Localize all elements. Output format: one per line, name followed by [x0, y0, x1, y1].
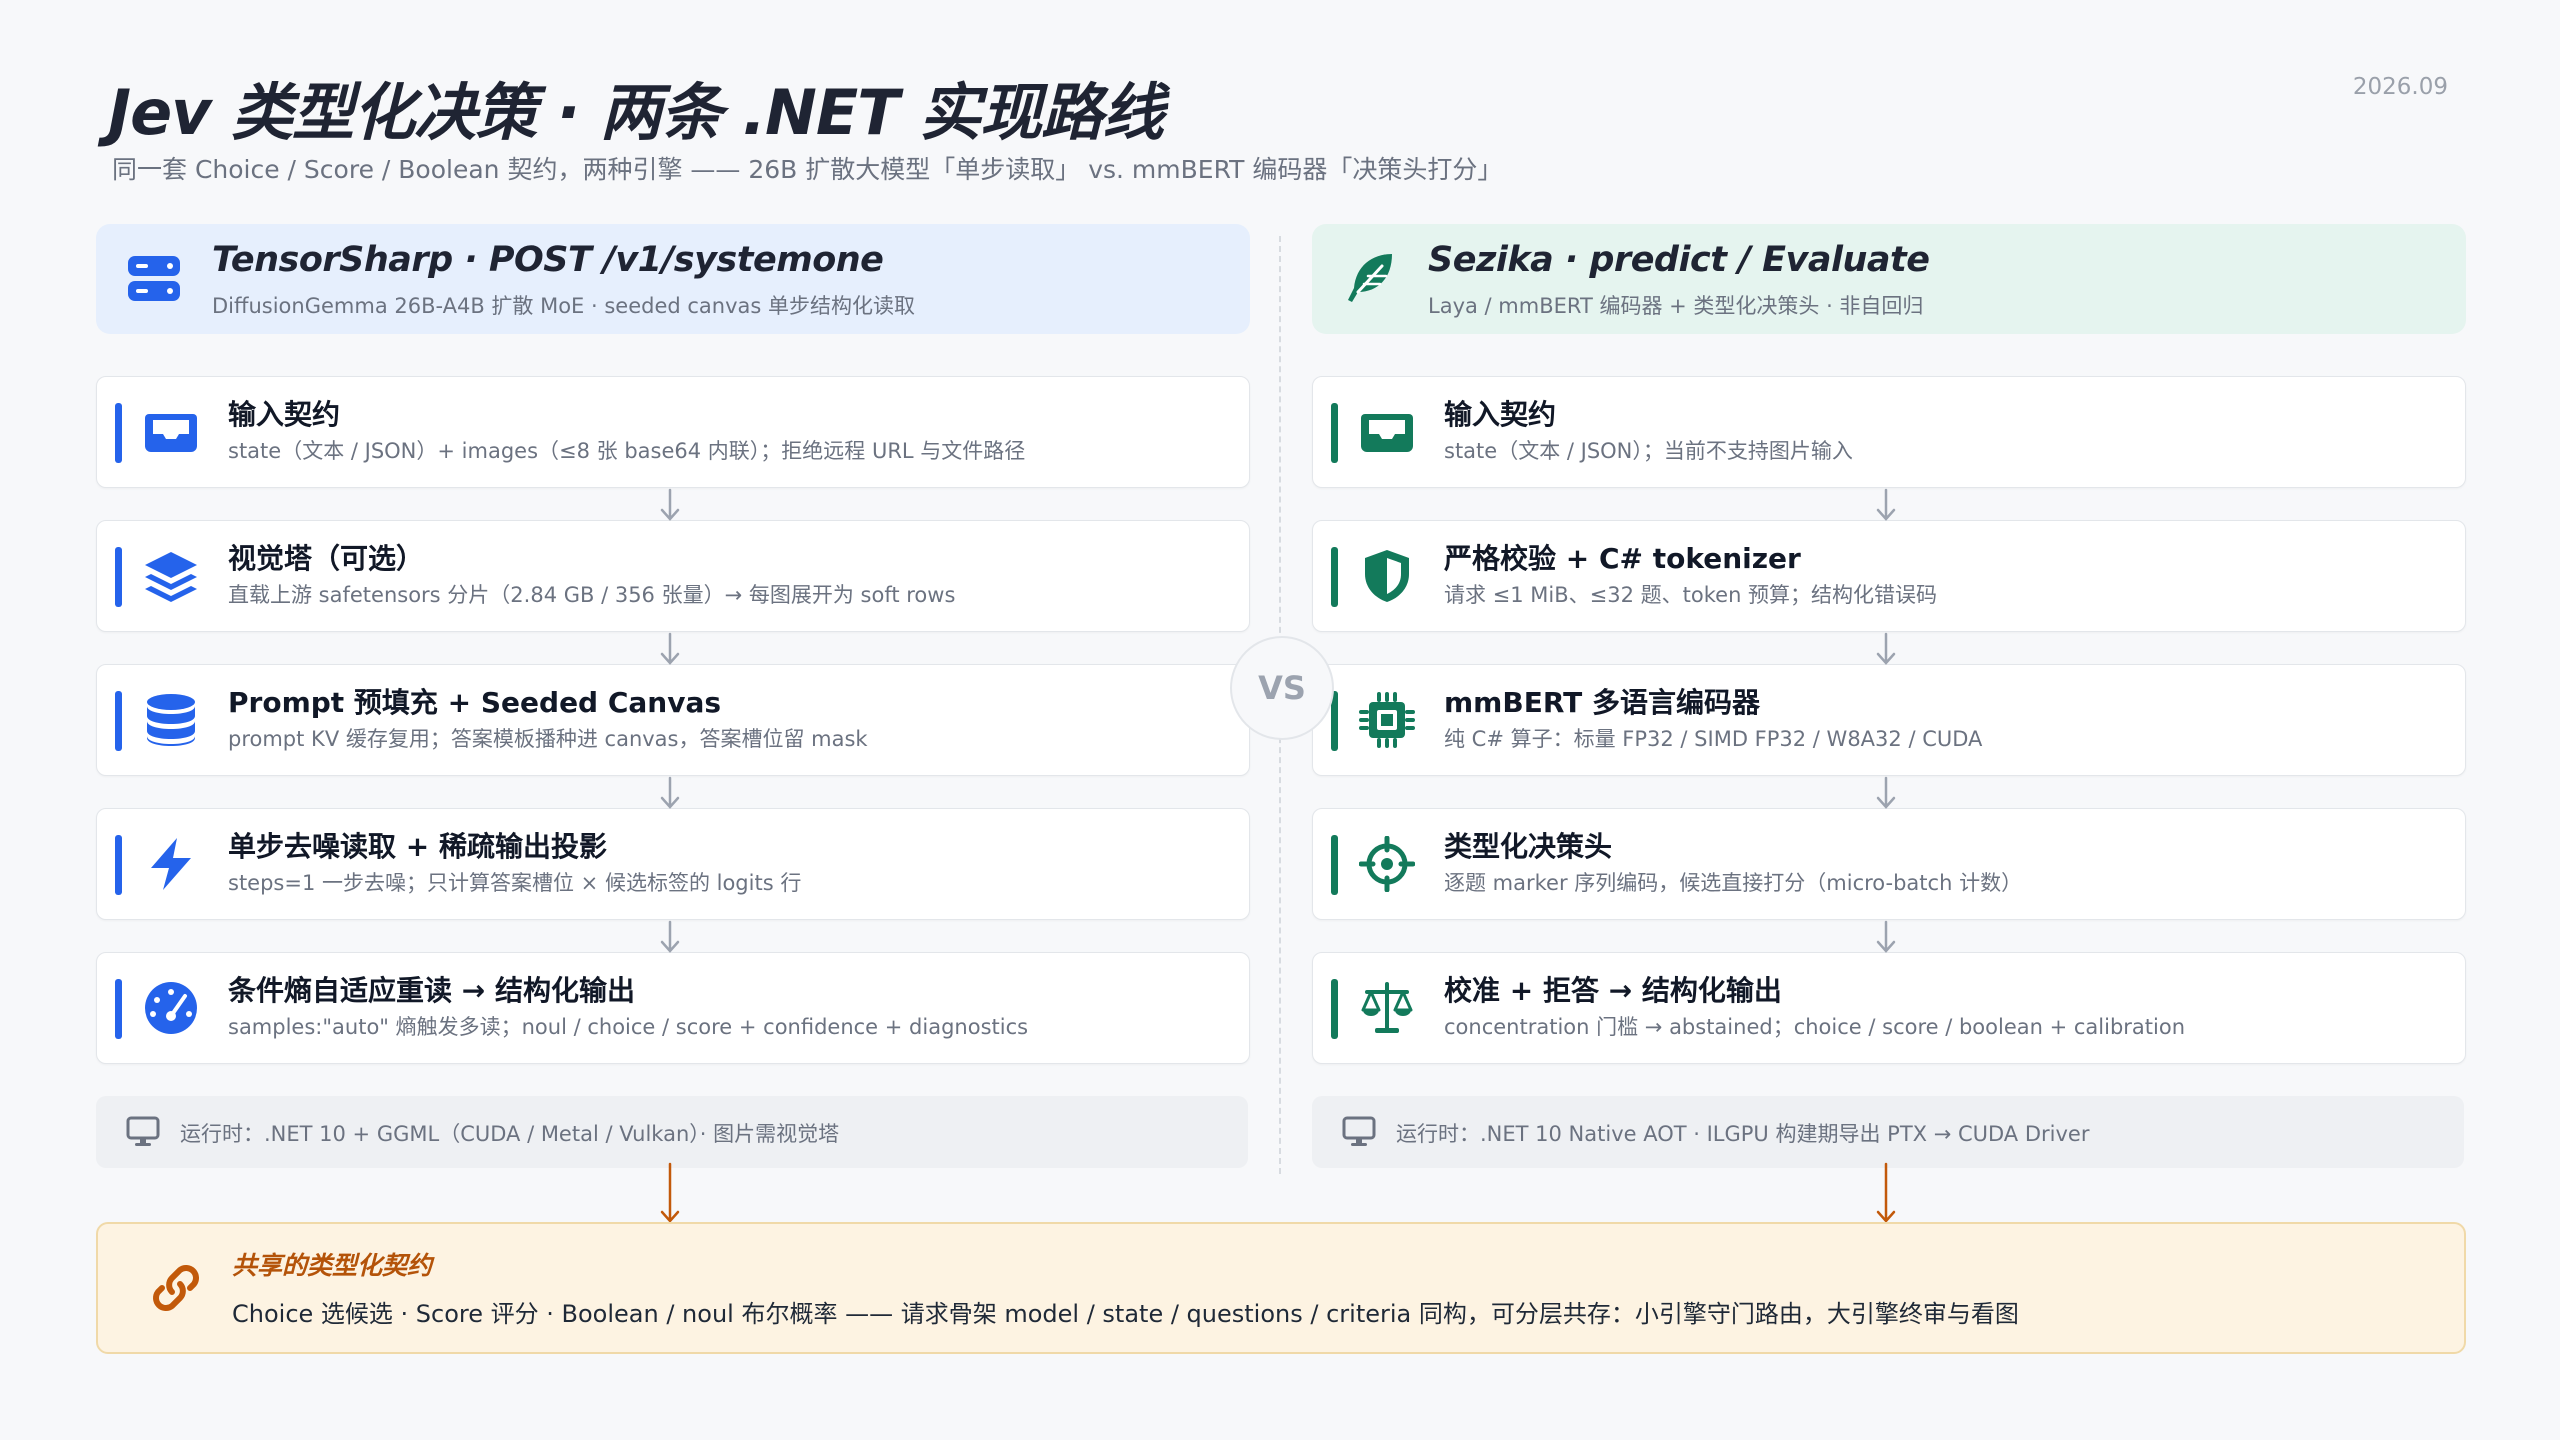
layers-icon	[145, 552, 197, 602]
step-desc: samples:"auto" 熵触发多读；noul / choice / sco…	[228, 1015, 1029, 1039]
step-title: 条件熵自适应重读 → 结构化输出	[228, 974, 635, 1007]
database-icon	[147, 694, 195, 746]
right-column: Sezika · predict / Evaluate Laya / mmBER…	[1312, 224, 2466, 1168]
step-title: mmBERT 多语言编码器	[1444, 686, 1760, 719]
right-step-3: mmBERT 多语言编码器 纯 C# 算子：标量 FP32 / SIMD FP3…	[1312, 664, 2466, 776]
accent-bar	[115, 403, 122, 463]
right-step-5: 校准 + 拒答 → 结构化输出 concentration 门槛 → absta…	[1312, 952, 2466, 1064]
step-title: 输入契约	[1444, 398, 1557, 431]
step-desc: state（文本 / JSON）；当前不支持图片输入	[1444, 439, 1853, 463]
accent-bar	[1331, 979, 1338, 1039]
step-title: 单步去噪读取 + 稀疏输出投影	[228, 830, 607, 863]
lightning-icon	[151, 838, 191, 890]
flow-arrow	[1876, 488, 1896, 521]
accent-bar	[1331, 403, 1338, 463]
left-header: TensorSharp · POST /v1/systemone Diffusi…	[96, 224, 1250, 334]
accent-bar	[115, 547, 122, 607]
chip-icon	[1359, 692, 1415, 748]
flow-arrow	[660, 488, 680, 521]
left-header-subtitle: DiffusionGemma 26B-A4B 扩散 MoE · seeded c…	[212, 294, 916, 318]
left-step-1: 输入契约 state（文本 / JSON）+ images（≤8 张 base6…	[96, 376, 1250, 488]
right-step-4: 类型化决策头 逐题 marker 序列编码，候选直接打分（micro-batch…	[1312, 808, 2466, 920]
accent-bar	[115, 979, 122, 1039]
step-title: 视觉塔（可选）	[228, 542, 425, 575]
step-desc: concentration 门槛 → abstained；choice / sc…	[1444, 1015, 2186, 1039]
flow-arrow	[660, 632, 680, 665]
monitor-icon	[1342, 1116, 1376, 1146]
flow-arrow	[660, 920, 680, 953]
flow-arrow	[1876, 920, 1896, 953]
shared-text: Choice 选候选 · Score 评分 · Boolean / noul 布…	[232, 1300, 2019, 1328]
flow-arrow	[660, 776, 680, 809]
monitor-icon	[126, 1116, 160, 1146]
step-desc: 逐题 marker 序列编码，候选直接打分（micro-batch 计数）	[1444, 871, 2023, 895]
flow-arrow	[1876, 776, 1896, 809]
accent-bar	[1331, 547, 1338, 607]
right-step-2: 严格校验 + C# tokenizer 请求 ≤1 MiB、≤32 题、toke…	[1312, 520, 2466, 632]
left-header-title: TensorSharp · POST /v1/systemone	[212, 240, 884, 280]
left-runtime: 运行时：.NET 10 + GGML（CUDA / Metal / Vulkan…	[96, 1096, 1248, 1168]
step-desc: steps=1 一步去噪；只计算答案槽位 × 候选标签的 logits 行	[228, 871, 802, 895]
gauge-icon	[145, 982, 197, 1034]
step-title: 严格校验 + C# tokenizer	[1444, 542, 1801, 575]
inbox-icon	[1361, 414, 1413, 452]
step-title: 输入契约	[228, 398, 341, 431]
step-desc: 直载上游 safetensors 分片（2.84 GB / 356 张量）→ 每…	[228, 583, 956, 607]
step-title: 类型化决策头	[1444, 830, 1613, 863]
date-label: 2026.09	[2352, 74, 2448, 100]
crosshair-icon	[1359, 836, 1415, 892]
right-header-title: Sezika · predict / Evaluate	[1428, 240, 1930, 280]
step-desc: prompt KV 缓存复用；答案模板播种进 canvas，答案槽位留 mask	[228, 727, 868, 751]
left-step-4: 单步去噪读取 + 稀疏输出投影 steps=1 一步去噪；只计算答案槽位 × 候…	[96, 808, 1250, 920]
page-title: Jev 类型化决策 · 两条 .NET 实现路线	[108, 76, 1164, 149]
step-desc: state（文本 / JSON）+ images（≤8 张 base64 内联）…	[228, 439, 1026, 463]
right-step-1: 输入契约 state（文本 / JSON）；当前不支持图片输入	[1312, 376, 2466, 488]
accent-bar	[115, 835, 122, 895]
runtime-text: 运行时：.NET 10 Native AOT · ILGPU 构建期导出 PTX…	[1396, 1122, 2090, 1146]
accent-bar	[1331, 835, 1338, 895]
flow-arrow	[1876, 632, 1896, 665]
shared-title: 共享的类型化契约	[232, 1251, 433, 1280]
step-title: 校准 + 拒答 → 结构化输出	[1444, 974, 1782, 1007]
scale-icon	[1361, 982, 1413, 1033]
contract-arrow	[660, 1162, 680, 1223]
contract-arrow	[1876, 1162, 1896, 1223]
server-icon	[128, 256, 180, 301]
shield-icon	[1365, 550, 1409, 602]
shared-contract-panel: 共享的类型化契约 Choice 选候选 · Score 评分 · Boolean…	[96, 1222, 2466, 1354]
step-title: Prompt 预填充 + Seeded Canvas	[228, 686, 722, 719]
page-subtitle: 同一套 Choice / Score / Boolean 契约，两种引擎 —— …	[112, 155, 1503, 184]
step-desc: 请求 ≤1 MiB、≤32 题、token 预算；结构化错误码	[1444, 583, 1938, 607]
left-step-2: 视觉塔（可选） 直载上游 safetensors 分片（2.84 GB / 35…	[96, 520, 1250, 632]
left-step-5: 条件熵自适应重读 → 结构化输出 samples:"auto" 熵触发多读；no…	[96, 952, 1250, 1064]
right-header-subtitle: Laya / mmBERT 编码器 + 类型化决策头 · 非自回归	[1428, 294, 1924, 318]
runtime-text: 运行时：.NET 10 + GGML（CUDA / Metal / Vulkan…	[180, 1122, 840, 1146]
left-column: TensorSharp · POST /v1/systemone Diffusi…	[96, 224, 1250, 1168]
accent-bar	[115, 691, 122, 751]
feather-icon	[1348, 254, 1392, 302]
step-desc: 纯 C# 算子：标量 FP32 / SIMD FP32 / W8A32 / CU…	[1444, 727, 1983, 751]
right-runtime: 运行时：.NET 10 Native AOT · ILGPU 构建期导出 PTX…	[1312, 1096, 2464, 1168]
vs-badge: VS	[1230, 636, 1334, 740]
right-header: Sezika · predict / Evaluate Laya / mmBER…	[1312, 224, 2466, 334]
inbox-icon	[145, 414, 197, 452]
link-icon	[153, 1265, 199, 1311]
left-step-3: Prompt 预填充 + Seeded Canvas prompt KV 缓存复…	[96, 664, 1250, 776]
